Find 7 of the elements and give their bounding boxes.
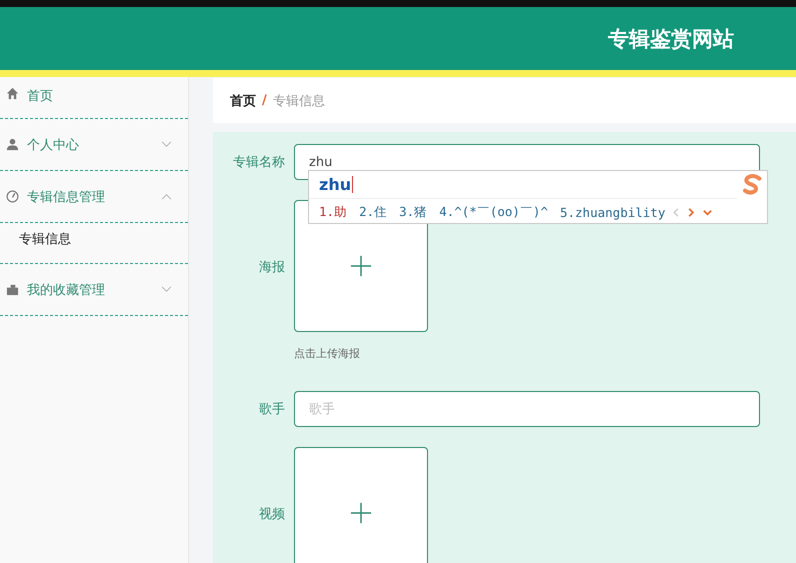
- field-label: 歌手: [258, 401, 286, 418]
- site-title: 专辑鉴赏网站: [608, 26, 734, 52]
- field-label: 视频: [258, 506, 286, 523]
- breadcrumb-separator: /: [262, 93, 267, 108]
- field-label: 海报: [258, 259, 286, 276]
- upload-hint: 点击上传海报: [294, 346, 361, 361]
- field-label: 专辑名称: [232, 154, 286, 171]
